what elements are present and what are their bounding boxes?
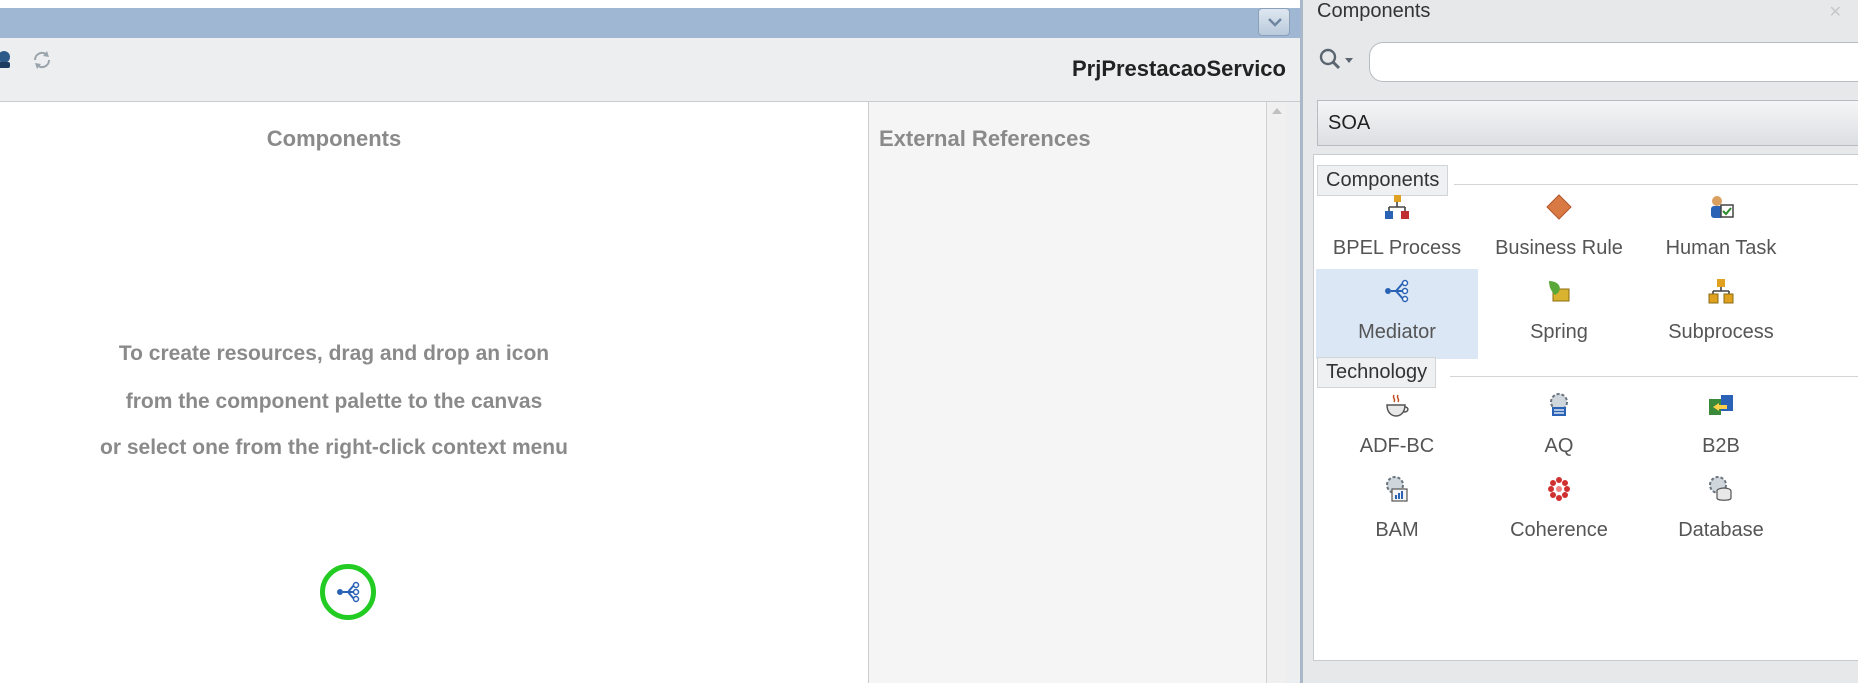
palette-item-label: Business Rule xyxy=(1495,237,1623,259)
external-references-heading: External References xyxy=(879,126,1091,151)
collapse-button[interactable] xyxy=(1258,8,1290,36)
palette-item-label: Spring xyxy=(1530,321,1588,343)
palette-item-adf-bc[interactable]: ADF-BC xyxy=(1316,383,1478,473)
database-icon xyxy=(1709,476,1732,501)
deploy-icon[interactable] xyxy=(0,48,16,72)
palette-item-label: Mediator xyxy=(1358,321,1436,343)
mediator-icon xyxy=(1385,279,1409,303)
b2b-icon xyxy=(1709,395,1733,415)
palette-title: Components xyxy=(1317,0,1431,22)
editor-vertical-scrollbar[interactable] xyxy=(1266,102,1286,683)
human-task-icon xyxy=(1711,196,1734,218)
scroll-up-icon[interactable] xyxy=(1272,108,1282,114)
bam-icon xyxy=(1386,476,1408,502)
palette-item-label: Human Task xyxy=(1665,237,1777,259)
chevron-down-icon xyxy=(1268,18,1282,27)
business-rule-icon xyxy=(1546,194,1572,220)
palette-item-label: BPEL Process xyxy=(1332,237,1462,259)
subprocess-icon xyxy=(1708,279,1734,304)
spring-icon xyxy=(1549,281,1570,302)
palette-item-human-task[interactable]: Human Task xyxy=(1640,185,1802,275)
refresh-icon[interactable] xyxy=(30,48,54,72)
palette-item-label: Database xyxy=(1678,519,1764,541)
palette-item-coherence[interactable]: Coherence xyxy=(1478,467,1640,557)
aq-icon xyxy=(1550,393,1568,416)
palette-item-label: B2B xyxy=(1702,435,1740,457)
external-references-lane[interactable]: External References xyxy=(869,102,1266,683)
canvas-hint-line-2: from the component palette to the canvas xyxy=(125,390,543,413)
close-icon[interactable]: ✕ xyxy=(1829,2,1842,22)
editor-edge xyxy=(1286,102,1300,683)
palette-item-label: Coherence xyxy=(1510,519,1608,541)
palette-item-label: BAM xyxy=(1375,519,1419,541)
canvas-hint-line-3: or select one from the right-click conte… xyxy=(100,436,568,459)
coherence-icon xyxy=(1548,477,1570,501)
palette-item-business-rule[interactable]: Business Rule xyxy=(1478,185,1640,275)
palette-item-label: Subprocess xyxy=(1668,321,1774,343)
search-icon[interactable] xyxy=(1317,46,1357,74)
canvas-hint-line-1: To create resources, drag and drop an ic… xyxy=(118,342,550,365)
palette-item-mediator[interactable]: Mediator xyxy=(1316,269,1478,359)
palette-item-subprocess[interactable]: Subprocess xyxy=(1640,269,1802,359)
palette-horizontal-scrollbar[interactable] xyxy=(1313,660,1858,683)
palette-item-label: ADF-BC xyxy=(1359,435,1435,457)
adf-bc-icon xyxy=(1386,394,1409,417)
group-divider xyxy=(1450,376,1858,377)
palette-item-bam[interactable]: BAM xyxy=(1316,467,1478,557)
palette-search-input[interactable] xyxy=(1369,42,1858,82)
components-canvas[interactable]: Components To create resources, drag and… xyxy=(0,102,868,683)
palette-item-b2b[interactable]: B2B xyxy=(1640,383,1802,473)
component-palette: Components ✕ SOA Components BPEL Process… xyxy=(1300,0,1858,683)
palette-item-bpel-process[interactable]: BPEL Process xyxy=(1316,185,1478,275)
mediator-icon xyxy=(337,581,360,603)
bpel-process-icon xyxy=(1385,195,1409,219)
project-title: PrjPrestacaoServico xyxy=(1071,56,1286,81)
components-heading: Components xyxy=(266,126,402,151)
editor-toolbar: PrjPrestacaoServico xyxy=(0,38,1300,102)
palette-item-label: AQ xyxy=(1544,435,1574,457)
palette-list: Components BPEL Process Business Rule Hu… xyxy=(1313,154,1858,683)
editor-title-bar xyxy=(0,0,1300,38)
palette-category-select[interactable]: SOA xyxy=(1317,100,1858,146)
palette-item-spring[interactable]: Spring xyxy=(1478,269,1640,359)
palette-item-aq[interactable]: AQ xyxy=(1478,383,1640,473)
palette-item-database[interactable]: Database xyxy=(1640,467,1802,557)
dropped-mediator-marker[interactable] xyxy=(320,564,376,620)
